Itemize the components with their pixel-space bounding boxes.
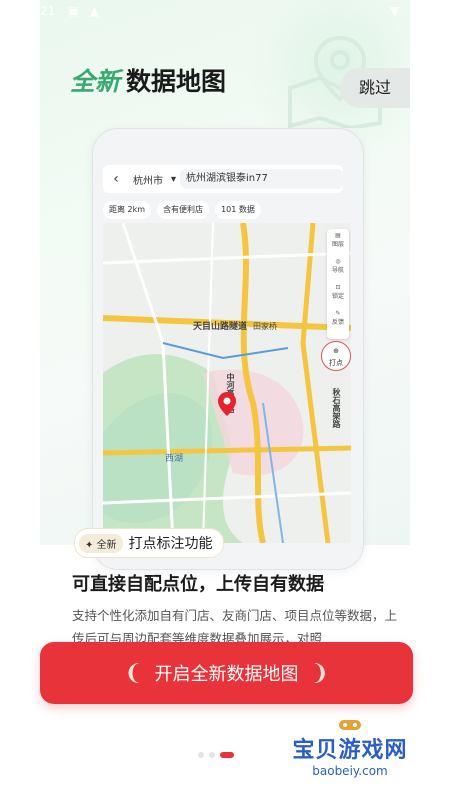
new-badge: ✦ 全新 <box>79 533 123 553</box>
map-label: 天目山路隧道 <box>193 322 248 332</box>
page-dot <box>209 752 215 758</box>
location-pin-icon <box>218 392 236 416</box>
watermark-name: 宝贝游戏网 <box>292 738 408 763</box>
mock-filter-row: 距离 2km 含有便利店 101 数据 <box>103 201 353 219</box>
feature-tag: ✦ 全新 打点标注功能 <box>74 528 224 558</box>
headline-accent: 全新 <box>70 67 121 96</box>
page-indicator <box>198 752 234 758</box>
page-headline: 全新 数据地图 <box>70 60 226 100</box>
map-tool-feedback[interactable]: ✎ 反馈 <box>327 307 349 333</box>
map-label: 西湖 <box>165 454 184 464</box>
wifi-icon: ▼ <box>390 4 400 18</box>
gamepad-logo-icon <box>339 720 361 730</box>
mock-search-text: 杭州湖滨银泰in77 <box>180 169 343 189</box>
layers-icon: ▤ <box>335 232 341 239</box>
cta-label: 开启全新数据地图 <box>154 664 299 685</box>
warning-icon: ▲ <box>90 4 100 18</box>
lock-icon: ⊡ <box>335 284 341 291</box>
mock-filter-chip: 距离 2km <box>103 201 152 219</box>
mock-city: 杭州市 <box>133 175 163 187</box>
skip-button[interactable]: 跳过 <box>340 68 410 108</box>
map-tool-lock[interactable]: ⊡ 锁定 <box>327 281 349 307</box>
new-badge-text: 全新 <box>96 539 117 551</box>
map-tool-layers[interactable]: ▤ 图层 <box>327 229 349 255</box>
watermark: 宝贝游戏网 baobeiy.com <box>280 718 420 788</box>
add-pin-icon: ⊕ <box>333 347 339 355</box>
mock-map: 天目山路隧道 中河高架路 西湖 秋石高架路 田家桥 ▤图层 ◎导航 ⊡锁定 ✎反… <box>103 223 351 543</box>
start-data-map-button[interactable]: ❨ 开启全新数据地图 ❩ <box>40 642 413 704</box>
notification-icon: ▣ <box>68 4 80 18</box>
mock-filter-chip: 含有便利店 <box>157 201 210 219</box>
map-toolbar: ▤ 图层 ◎ 导航 ⊡ 锁定 ✎ 反馈 <box>327 229 349 339</box>
mock-filter-chip: 101 数据 <box>215 201 261 219</box>
section-title: 可直接自配点位，上传自有数据 <box>72 574 324 595</box>
onboarding-screen: 21 ▣ ▲ ▼ 全新 数据地图 跳过 ‹ 杭州市 ▾ 杭州湖滨银泰in77 距… <box>40 0 413 800</box>
map-label: 田家桥 <box>253 322 277 331</box>
status-time: 21 <box>40 4 56 18</box>
status-bar: 21 ▣ ▲ ▼ <box>40 0 410 22</box>
map-tool-navigate[interactable]: ◎ 导航 <box>327 255 349 281</box>
edit-icon: ✎ <box>335 310 341 317</box>
navigate-icon: ◎ <box>335 258 341 265</box>
drop-pin-label: 打点 <box>329 359 343 367</box>
back-arrow-icon: ‹ <box>113 171 119 187</box>
map-tool-label: 导航 <box>331 267 344 274</box>
laurel-left-icon: ❨ <box>124 660 143 686</box>
map-tool-label: 锁定 <box>331 293 344 300</box>
phone-mockup: ‹ 杭州市 ▾ 杭州湖滨银泰in77 距离 2km 含有便利店 101 数据 天… <box>92 128 364 570</box>
feature-tag-label: 打点标注功能 <box>128 536 213 552</box>
mock-search-bar: ‹ 杭州市 ▾ 杭州湖滨银泰in77 <box>103 165 343 193</box>
map-tool-label: 图层 <box>331 241 344 248</box>
map-tool-label: 反馈 <box>331 319 344 326</box>
drop-pin-button[interactable]: ⊕ 打点 <box>321 341 351 371</box>
map-label: 秋石高架路 <box>332 388 341 428</box>
page-dot-active <box>220 752 234 758</box>
headline-text: 数据地图 <box>126 67 227 96</box>
watermark-url: baobeiy.com <box>312 764 388 778</box>
laurel-right-icon: ❩ <box>310 660 329 686</box>
page-dot <box>198 752 204 758</box>
dropdown-icon: ▾ <box>171 173 177 185</box>
